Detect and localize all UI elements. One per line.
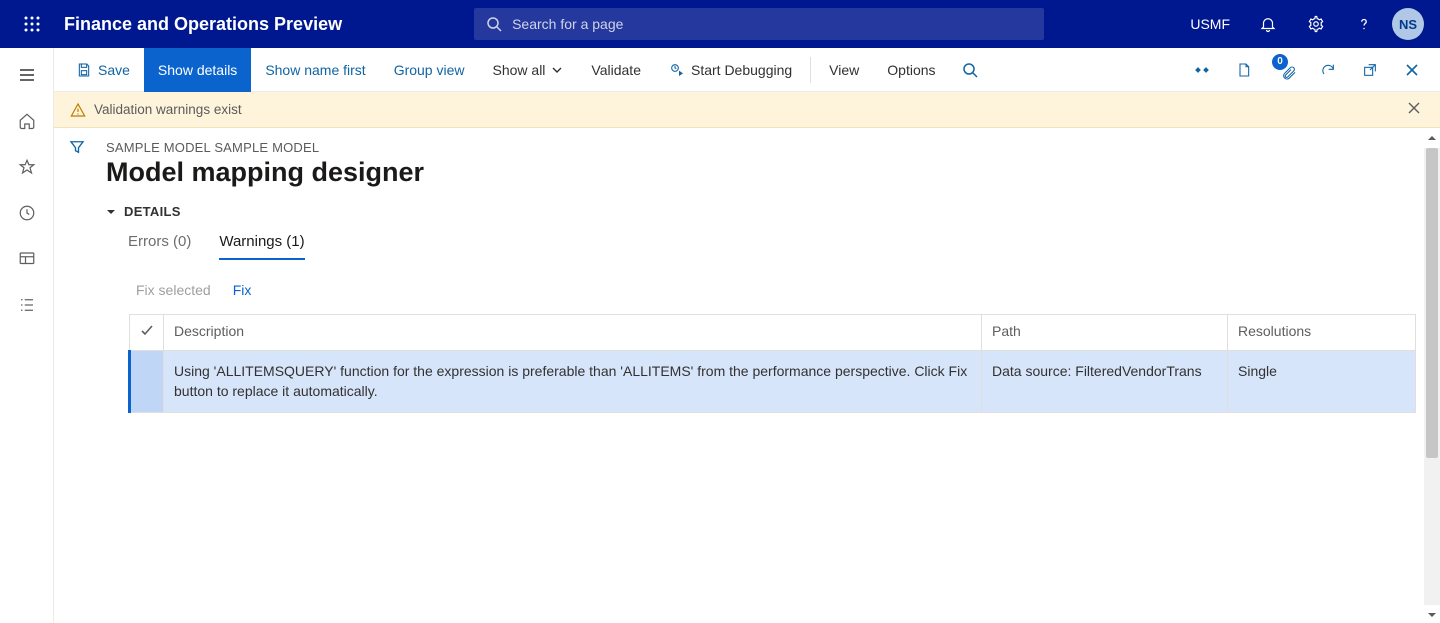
search-placeholder: Search for a page bbox=[512, 16, 623, 32]
banner-close-icon[interactable] bbox=[1404, 98, 1424, 121]
fix-button[interactable]: Fix bbox=[233, 282, 252, 298]
validation-warning-banner: Validation warnings exist bbox=[54, 92, 1440, 128]
start-debugging-button[interactable]: Start Debugging bbox=[655, 48, 806, 92]
options-menu[interactable]: Options bbox=[873, 48, 949, 92]
show-name-first-button[interactable]: Show name first bbox=[251, 48, 379, 92]
fix-selected-button: Fix selected bbox=[136, 282, 211, 298]
col-description[interactable]: Description bbox=[164, 315, 982, 351]
attachments-badge: 0 bbox=[1272, 54, 1288, 70]
scroll-up-arrow-icon[interactable] bbox=[1424, 130, 1440, 146]
hamburger-icon[interactable] bbox=[0, 52, 54, 98]
left-nav-rail bbox=[0, 48, 54, 623]
col-path[interactable]: Path bbox=[982, 315, 1228, 351]
chevron-down-icon bbox=[551, 64, 563, 76]
home-icon[interactable] bbox=[0, 98, 54, 144]
notifications-icon[interactable] bbox=[1248, 0, 1288, 48]
scrollbar-thumb[interactable] bbox=[1426, 148, 1438, 458]
breadcrumb: SAMPLE MODEL SAMPLE MODEL bbox=[106, 140, 1416, 155]
modules-icon[interactable] bbox=[0, 282, 54, 328]
details-tabs: Errors (0) Warnings (1) bbox=[106, 233, 1416, 260]
page-search-icon[interactable] bbox=[950, 48, 990, 92]
warning-banner-text: Validation warnings exist bbox=[94, 102, 242, 117]
popout-icon[interactable] bbox=[1350, 48, 1390, 92]
group-view-button[interactable]: Group view bbox=[380, 48, 479, 92]
validate-button[interactable]: Validate bbox=[577, 48, 655, 92]
close-page-icon[interactable] bbox=[1392, 48, 1432, 92]
attachments-icon[interactable]: 0 bbox=[1266, 48, 1306, 92]
save-icon bbox=[76, 62, 92, 78]
tab-errors[interactable]: Errors (0) bbox=[128, 233, 191, 260]
cell-path: Data source: FilteredVendorTrans bbox=[982, 351, 1228, 413]
settings-icon[interactable] bbox=[1296, 0, 1336, 48]
open-in-office-icon[interactable] bbox=[1224, 48, 1264, 92]
personalize-icon[interactable] bbox=[1182, 48, 1222, 92]
app-launcher-icon[interactable] bbox=[8, 0, 56, 48]
scroll-down-arrow-icon[interactable] bbox=[1424, 607, 1440, 623]
user-avatar[interactable]: NS bbox=[1392, 8, 1424, 40]
show-details-button[interactable]: Show details bbox=[144, 48, 251, 92]
workspaces-icon[interactable] bbox=[0, 236, 54, 282]
app-title: Finance and Operations Preview bbox=[64, 14, 342, 35]
scrollbar-track[interactable] bbox=[1424, 148, 1440, 605]
recent-icon[interactable] bbox=[0, 190, 54, 236]
refresh-icon[interactable] bbox=[1308, 48, 1348, 92]
save-button[interactable]: Save bbox=[62, 48, 144, 92]
caret-down-icon bbox=[106, 207, 116, 217]
top-nav: Finance and Operations Preview Search fo… bbox=[0, 0, 1440, 48]
search-icon bbox=[486, 16, 502, 32]
help-icon[interactable] bbox=[1344, 0, 1384, 48]
favorites-icon[interactable] bbox=[0, 144, 54, 190]
cell-resolutions: Single bbox=[1228, 351, 1416, 413]
show-all-dropdown[interactable]: Show all bbox=[479, 48, 578, 92]
gear-play-icon bbox=[669, 62, 685, 78]
row-checkbox[interactable] bbox=[130, 351, 164, 413]
company-picker[interactable]: USMF bbox=[1180, 16, 1240, 32]
table-row[interactable]: Using 'ALLITEMSQUERY' function for the e… bbox=[130, 351, 1416, 413]
view-menu[interactable]: View bbox=[815, 48, 873, 92]
warning-triangle-icon bbox=[70, 102, 86, 118]
select-all-checkbox[interactable] bbox=[130, 315, 164, 351]
filter-icon[interactable] bbox=[68, 138, 86, 623]
details-section-header[interactable]: DETAILS bbox=[106, 204, 1416, 219]
vertical-scrollbar[interactable] bbox=[1424, 128, 1440, 623]
global-search[interactable]: Search for a page bbox=[474, 8, 1044, 40]
tab-warnings[interactable]: Warnings (1) bbox=[219, 233, 304, 260]
cell-description: Using 'ALLITEMSQUERY' function for the e… bbox=[164, 351, 982, 413]
page-title: Model mapping designer bbox=[106, 157, 1416, 188]
action-toolbar: Save Show details Show name first Group … bbox=[54, 48, 1440, 92]
warnings-table: Description Path Resolutions Using 'ALLI… bbox=[128, 314, 1416, 413]
col-resolutions[interactable]: Resolutions bbox=[1228, 315, 1416, 351]
